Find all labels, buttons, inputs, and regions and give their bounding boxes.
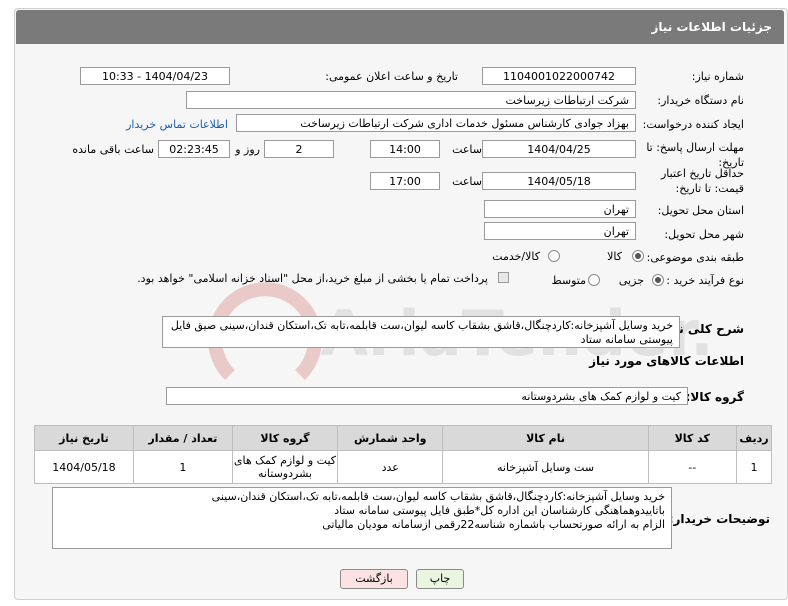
row-index: 1 (735, 450, 773, 484)
price-validity-date: 1404/05/18 (482, 172, 636, 190)
col-date: تاریخ نیاز (34, 425, 134, 451)
process-minor-label: جزیی (618, 274, 644, 287)
category-goods-service-radio[interactable] (548, 250, 560, 262)
goods-table: ردیف کد کالا نام کالا واحد شمارش گروه کا… (34, 425, 773, 484)
buyer-notes-line-2: باتاییدوهماهنگی کارشناسان این اداره کل*ط… (334, 504, 665, 517)
reply-deadline-time: 14:00 (370, 140, 440, 158)
col-group: گروه کالا (231, 425, 339, 451)
row-qty: 1 (132, 450, 233, 484)
category-goods-label: کالا (607, 250, 622, 263)
row-unit: عدد (337, 450, 444, 484)
buyer-notes-line-1: خرید وسایل آشپزخانه:کاردچنگال،قاشق بشقاب… (211, 490, 665, 503)
reply-days-field: 2 (264, 140, 334, 158)
category-goods-service-label: کالا/خدمت (492, 250, 540, 263)
process-medium-label: متوسط (551, 274, 586, 287)
requester-field: بهزاد جوادی کارشناس مسئول خدمات اداری شر… (236, 114, 636, 132)
col-unit: واحد شمارش (337, 425, 444, 451)
row-group: کیت و لوازم کمک های بشردوستانه (231, 450, 339, 484)
goods-section-title: اطلاعات کالاهای مورد نیاز (589, 354, 744, 368)
buyer-org-label: نام دستگاه خریدار: (657, 94, 744, 107)
general-desc-field: خرید وسایل آشپزخانه:کاردچنگال،قاشق بشقاب… (162, 316, 680, 348)
print-button[interactable]: چاپ (416, 569, 464, 589)
remaining-time-label: ساعت باقی مانده (72, 143, 154, 156)
process-medium-radio[interactable] (588, 274, 600, 286)
buyer-notes-label: توضیحات خریدار: (668, 512, 770, 526)
goods-table-header: ردیف کد کالا نام کالا واحد شمارش گروه کا… (34, 425, 773, 451)
delivery-city-field: تهران (484, 222, 636, 240)
announce-datetime-field: 1404/04/23 - 10:33 (80, 67, 230, 85)
col-code: کد کالا (647, 425, 737, 451)
need-number-label: شماره نیاز: (691, 70, 744, 83)
buyer-contact-link[interactable]: اطلاعات تماس خریدار (126, 118, 228, 131)
row-date: 1404/05/18 (34, 450, 134, 484)
remaining-time-field: 02:23:45 (158, 140, 230, 158)
delivery-province-label: استان محل تحویل: (657, 204, 744, 217)
price-validity-time-label: ساعت (452, 175, 482, 188)
goods-group-field: کیت و لوازم کمک های بشردوستانه (166, 387, 688, 405)
row-code: -- (647, 450, 737, 484)
table-row: 1 -- ست وسایل آشپزخانه عدد کیت و لوازم ک… (34, 450, 773, 484)
page-title: جزئیات اطلاعات نیاز (651, 20, 772, 34)
reply-deadline-time-label: ساعت (452, 143, 482, 156)
reply-days-label: روز و (235, 143, 260, 156)
buyer-org-field: شرکت ارتباطات زیرساخت (186, 91, 636, 109)
col-index: ردیف (735, 425, 773, 451)
category-goods-radio[interactable] (632, 250, 644, 262)
category-label: طبقه بندی موضوعی: (646, 251, 744, 264)
delivery-province-field: تهران (484, 200, 636, 218)
need-number-field: 1104001022000742 (482, 67, 636, 85)
price-validity-label: حداقل تاریخ اعتبار قیمت: تا تاریخ: (660, 167, 744, 195)
price-validity-time: 17:00 (370, 172, 440, 190)
treasury-note: پرداخت تمام یا بخشی از مبلغ خرید،از محل … (137, 272, 488, 285)
treasury-checkbox[interactable] (498, 272, 509, 283)
announce-datetime-label: تاریخ و ساعت اعلان عمومی: (325, 70, 458, 83)
row-name: ست وسایل آشپزخانه (442, 450, 649, 484)
back-button[interactable]: بازگشت (340, 569, 408, 589)
buyer-notes-line-3: الزام به ارائه صورتحساب باشماره شناسه22ر… (322, 518, 665, 531)
col-qty: تعداد / مقدار (132, 425, 233, 451)
col-name: نام کالا (442, 425, 649, 451)
delivery-city-label: شهر محل تحویل: (664, 228, 744, 241)
panel-header: جزئیات اطلاعات نیاز (16, 10, 784, 44)
reply-deadline-date: 1404/04/25 (482, 140, 636, 158)
goods-group-label: گروه کالا: (685, 390, 744, 404)
purchase-process-label: نوع فرآیند خرید : (666, 274, 744, 287)
buyer-notes-field: خرید وسایل آشپزخانه:کاردچنگال،قاشق بشقاب… (52, 487, 672, 549)
process-minor-radio[interactable] (652, 274, 664, 286)
requester-label: ایجاد کننده درخواست: (642, 118, 744, 131)
